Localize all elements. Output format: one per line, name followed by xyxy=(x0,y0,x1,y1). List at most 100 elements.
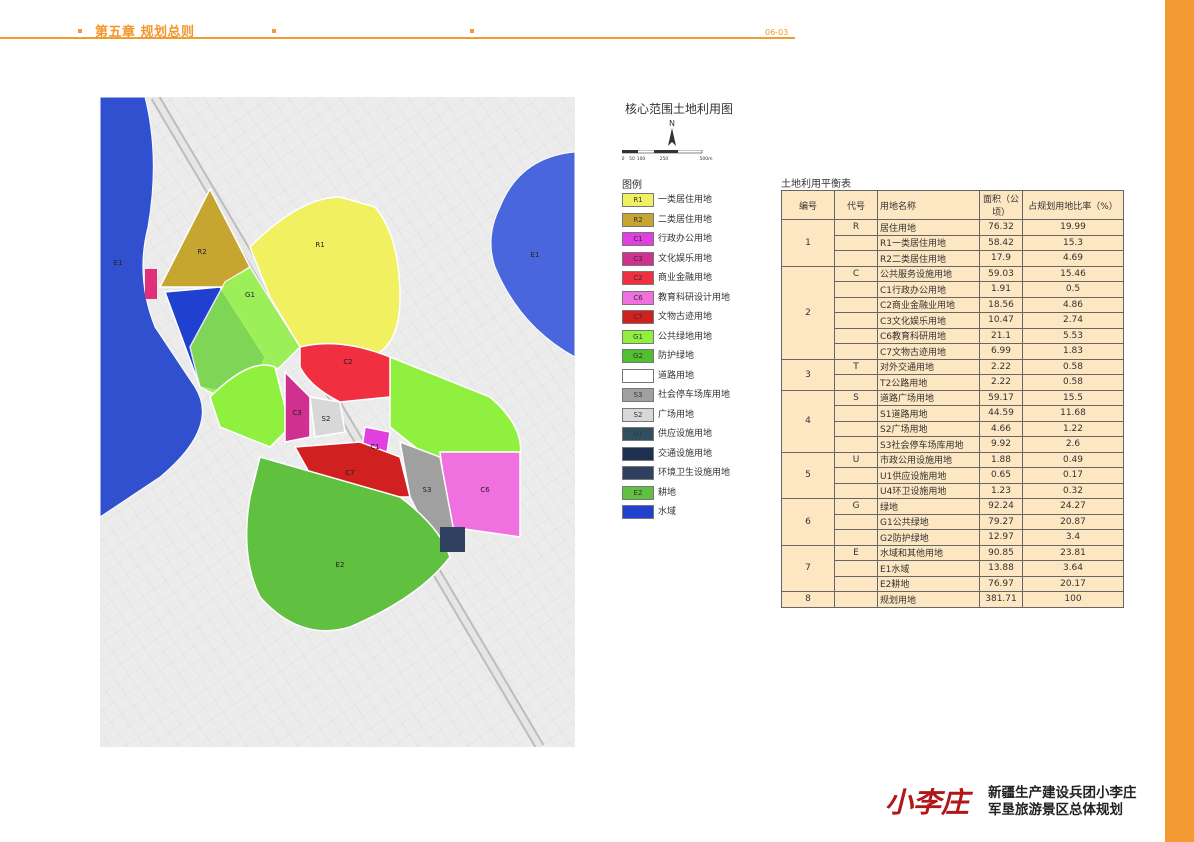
cell-area: 2.22 xyxy=(979,374,1023,391)
legend-swatch: C3 xyxy=(622,251,654,266)
cell-name: S2广场用地 xyxy=(877,420,980,437)
legend-label: 公共绿地用地 xyxy=(658,331,713,342)
legend-swatch xyxy=(622,466,654,480)
cell-name: 市政公用设施用地 xyxy=(877,451,980,468)
cell-ratio: 0.49 xyxy=(1022,451,1124,468)
cell-ratio: 3.4 xyxy=(1022,529,1124,546)
legend-swatch: G2 xyxy=(622,349,654,363)
right-accent-bar xyxy=(1165,0,1194,842)
cell-code xyxy=(834,234,878,251)
cell-code xyxy=(834,327,878,344)
cell-no: 3 xyxy=(781,358,835,391)
legend-swatch: C2 xyxy=(622,271,654,285)
cell-ratio: 20.17 xyxy=(1022,575,1124,592)
legend-swatch: S2 xyxy=(622,407,654,422)
land-balance-table: 编号 代号 用地名称 面积（公顷） 占规划用地比率（%） 1 R 居住用地 76.32… xyxy=(781,190,1124,608)
cell-ratio: 15.46 xyxy=(1022,265,1124,282)
map-title: 核心范围土地利用图 xyxy=(625,102,734,116)
calligraphy-logo: 小李庄 xyxy=(885,786,974,819)
cell-no: 2 xyxy=(781,265,835,360)
scale-bar: 0 50 100 250 500m xyxy=(622,150,713,162)
cell-code xyxy=(834,296,878,313)
cell-name: S3社会停车场库用地 xyxy=(877,436,980,453)
legend-label: 商业金融用地 xyxy=(658,273,713,283)
table-row: 6 G 绿地 92.24 24.27 xyxy=(781,498,1124,546)
header-dot xyxy=(78,29,82,33)
cell-ratio: 0.58 xyxy=(1022,374,1124,391)
legend-swatch: E2 xyxy=(622,485,654,500)
cell-code xyxy=(834,560,878,577)
header-dot xyxy=(272,29,276,33)
project-title: 新疆生产建设兵团小李庄 军垦旅游景区总体规划 xyxy=(988,785,1137,819)
label-c2: C2 xyxy=(343,358,352,366)
cell-name: U1供应设施用地 xyxy=(877,467,980,484)
zone-c3-west xyxy=(145,269,157,299)
cell-code xyxy=(834,436,878,453)
cell-name: C6教育科研用地 xyxy=(877,327,980,344)
label-c1: C1 xyxy=(370,443,379,451)
cell-code: E xyxy=(834,544,878,561)
cell-name: R1一类居住用地 xyxy=(877,234,980,251)
cell-ratio: 3.64 xyxy=(1022,560,1124,577)
table-row: 5 U 市政公用设施用地 1.88 0.49 xyxy=(781,451,1124,499)
cell-area: 0.65 xyxy=(979,467,1023,484)
scale-label: 500m xyxy=(700,156,713,162)
cell-area: 1.88 xyxy=(979,451,1023,468)
legend-label: 一类居住用地 xyxy=(658,195,713,205)
label-s2: S2 xyxy=(322,415,331,423)
cell-name: 居住用地 xyxy=(877,219,980,236)
label-g1: G1 xyxy=(245,291,255,299)
cell-ratio: 23.81 xyxy=(1022,544,1124,561)
legend-label: 环境卫生设施用地 xyxy=(658,468,731,478)
header-area: 面积（公顷） xyxy=(979,190,1023,220)
cell-ratio: 1.22 xyxy=(1022,420,1124,437)
cell-ratio: 5.53 xyxy=(1022,327,1124,344)
north-arrow-icon: N xyxy=(668,119,676,146)
cell-code: T xyxy=(834,358,878,375)
cell-name: S1道路用地 xyxy=(877,405,980,422)
table-row: 4 S 道路广场用地 59.17 15.5 xyxy=(781,389,1124,453)
table-row: 7 E 水域和其他用地 90.85 23.81 xyxy=(781,544,1124,592)
label-r2: R2 xyxy=(197,248,206,256)
legend-swatch xyxy=(622,505,654,519)
header-name: 用地名称 xyxy=(877,190,980,220)
label-s3: S3 xyxy=(423,486,432,494)
legend-label: 社会停车场库用地 xyxy=(658,390,731,400)
cell-ratio: 0.17 xyxy=(1022,467,1124,484)
cell-code: R xyxy=(834,219,878,236)
cell-name: 规划用地 xyxy=(877,591,980,608)
cell-name: G2防护绿地 xyxy=(877,529,980,546)
label-e1-right: E1 xyxy=(531,251,540,259)
legend-swatch: C6 xyxy=(622,290,654,305)
cell-ratio: 11.68 xyxy=(1022,405,1124,422)
table-title: 土地利用平衡表 xyxy=(781,179,851,190)
label-e1-left: E1 xyxy=(114,259,123,267)
legend-swatch: C7 xyxy=(622,310,654,324)
cell-code xyxy=(834,420,878,437)
cell-area: 92.24 xyxy=(979,498,1023,515)
cell-code xyxy=(834,591,878,608)
cell-area: 44.59 xyxy=(979,405,1023,422)
legend-label: 文物古迹用地 xyxy=(658,312,713,322)
table-row: 2 C 公共服务设施用地 59.03 15.46 xyxy=(781,265,1124,360)
cell-no: 7 xyxy=(781,544,835,592)
cell-ratio: 1.83 xyxy=(1022,343,1124,360)
cell-ratio: 0.5 xyxy=(1022,281,1124,298)
legend-title: 图例 xyxy=(622,180,642,191)
table-row: 3 T 对外交通用地 2.22 0.58 xyxy=(781,358,1124,391)
cell-name: R2二类居住用地 xyxy=(877,250,980,267)
cell-area: 6.99 xyxy=(979,343,1023,360)
legend-swatch: C1 xyxy=(622,232,654,246)
cell-name: 水域和其他用地 xyxy=(877,544,980,561)
cell-area: 59.17 xyxy=(979,389,1023,406)
cell-ratio: 24.27 xyxy=(1022,498,1124,515)
cell-code xyxy=(834,513,878,530)
cell-no: 4 xyxy=(781,389,835,453)
cell-ratio: 2.74 xyxy=(1022,312,1124,329)
legend-swatch xyxy=(622,368,654,383)
legend-swatch: G1 xyxy=(622,329,654,344)
cell-code xyxy=(834,312,878,329)
cell-name: C7文物古迹用地 xyxy=(877,343,980,360)
cell-ratio: 15.3 xyxy=(1022,234,1124,251)
cell-ratio: 20.87 xyxy=(1022,513,1124,530)
